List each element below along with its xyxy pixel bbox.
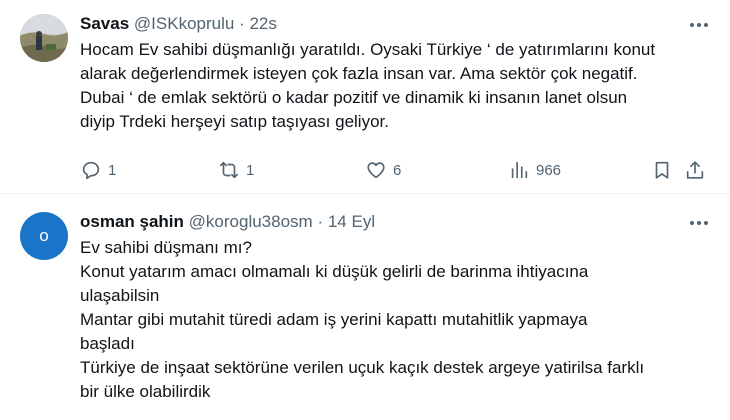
tweet-actions: 1 1 6 966 <box>78 157 718 183</box>
like-count: 6 <box>393 161 402 179</box>
tweet-text-line: bir ülke olabilirdik <box>80 382 211 401</box>
tweet-text: Hocam Ev sahibi düşmanlığı yaratıldı. Oy… <box>80 38 710 134</box>
more-options-button[interactable] <box>688 212 710 234</box>
views-count: 966 <box>536 161 562 179</box>
tweet-text-line: alarak değerlendirmek isteyen çok fazla … <box>80 64 638 83</box>
author-handle[interactable]: @ISKkoprulu <box>134 14 234 33</box>
reply-icon <box>82 161 100 180</box>
separator: · <box>317 212 324 231</box>
more-icon-dot <box>697 23 701 27</box>
more-icon <box>690 23 694 27</box>
avatar-letter: o <box>39 226 49 245</box>
bookmark-button[interactable] <box>651 157 673 183</box>
avatar-photo-icon <box>20 14 68 62</box>
repost-icon <box>219 161 239 179</box>
tweet-header: osman şahin @koroglu38osm · 14 Eyl <box>80 211 375 233</box>
bookmark-icon <box>655 161 669 179</box>
avatar-osman[interactable]: o <box>20 212 68 260</box>
timestamp[interactable]: 22s <box>249 14 276 33</box>
tweet-text-line: Mantar gibi mutahit türedi adam iş yerin… <box>80 310 588 329</box>
views-button[interactable]: 966 <box>508 157 561 183</box>
author-handle[interactable]: @koroglu38osm <box>189 212 313 231</box>
tweet-text-line: başladı <box>80 334 135 353</box>
more-options-button[interactable] <box>688 14 710 36</box>
share-icon <box>686 161 704 179</box>
more-icon-dot <box>697 221 701 225</box>
tweet-text-line: Konut yatarım amacı olmamalı ki düşük ge… <box>80 262 589 281</box>
like-icon <box>367 162 385 179</box>
more-icon-dot <box>704 23 708 27</box>
author-name[interactable]: osman şahin <box>80 212 184 231</box>
timestamp[interactable]: 14 Eyl <box>328 212 375 231</box>
tweet-text: Ev sahibi düşmanı mı? Konut yatarım amac… <box>80 236 710 404</box>
share-button[interactable] <box>684 157 706 183</box>
tweet-1[interactable]: Savas @ISKkoprulu · 22s Hocam Ev sahibi … <box>0 0 730 193</box>
tweet-text-line: Hocam Ev sahibi düşmanlığı yaratıldı. Oy… <box>80 40 656 59</box>
reply-count: 1 <box>108 161 117 179</box>
tweet-text-line: Türkiye de inşaat sektörüne verilen uçuk… <box>80 358 645 377</box>
tweet-text-line: ulaşabilsin <box>80 286 160 305</box>
tweet-text-line: Ev sahibi düşmanı mı? <box>80 238 252 257</box>
reply-button[interactable]: 1 <box>80 157 116 183</box>
views-icon <box>511 161 528 179</box>
repost-button[interactable]: 1 <box>218 157 254 183</box>
repost-count: 1 <box>246 161 255 179</box>
like-button[interactable]: 6 <box>365 157 401 183</box>
more-icon <box>690 221 694 225</box>
separator: · <box>239 14 245 33</box>
tweet-text-line: Dubai ‘ de emlak sektörü o kadar pozitif… <box>80 88 628 107</box>
author-name[interactable]: Savas <box>80 14 129 33</box>
tweet-header: Savas @ISKkoprulu · 22s <box>80 13 277 35</box>
avatar-savas[interactable] <box>20 14 68 62</box>
more-icon-dot <box>704 221 708 225</box>
tweet-text-line: diyip Trdeki herşeyi satıp taşıyası geli… <box>80 112 389 131</box>
